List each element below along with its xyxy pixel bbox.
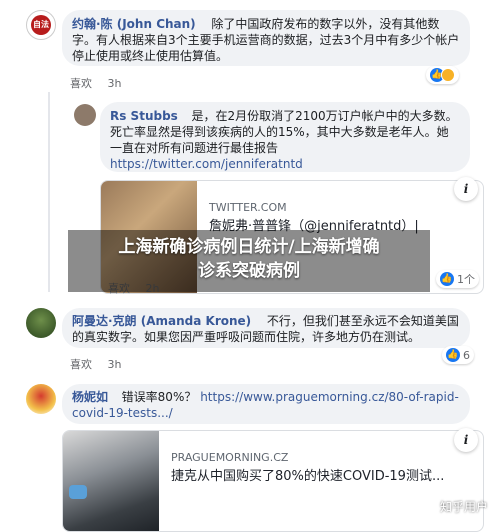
like-link[interactable]: 喜欢 [70,77,92,90]
timestamp[interactable]: 3h [108,77,122,90]
preview-image [63,431,159,531]
comment-bubble: 约翰·陈 (John Chan) 除了中国政府发布的数字以外，没有其他数字。有人… [62,10,470,66]
reaction-summary[interactable]: 👍 1个 [436,270,479,288]
comment-bubble: 阿曼达·克朗 (Amanda Krone) 不行，但我们甚至永远不会知道美国的真… [62,308,470,348]
reaction-summary[interactable]: 👍 [426,66,459,84]
overlay-line-1: 上海新确诊病例日统计/上海新增确 [118,237,380,257]
timestamp[interactable]: 3h [108,358,122,371]
overlay-line-2: 诊系突破病例 [198,261,300,281]
like-link[interactable]: 喜欢 [70,358,92,371]
avatar-logo: 自法 [31,15,51,35]
reaction-count: 1个 [457,273,475,286]
comment-text: 错误率80%？ [121,390,197,404]
info-icon[interactable]: i [454,177,478,201]
avatar[interactable] [26,384,56,414]
comment-author[interactable]: 阿曼达·克朗 (Amanda Krone) [72,314,251,328]
comment-author[interactable]: Rs Stubbs [110,109,178,123]
wow-icon [441,68,455,82]
comment-meta: 喜欢 3h [70,356,133,372]
thread-line [48,92,50,292]
comment-link[interactable]: https://twitter.com/jenniferatntd [110,156,460,172]
comment-author[interactable]: 杨妮如 [72,390,108,404]
preview-title: 捷克从中国购买了80%的快速COVID-19测试... [171,469,445,484]
reaction-summary[interactable]: 👍 6 [442,346,474,364]
comment-bubble: 杨妮如 错误率80%？ https://www.praguemorning.cz… [62,384,470,424]
reaction-count: 6 [463,348,470,362]
watermark: 知乎用户 [439,500,488,514]
preview-domain: PRAGUEMORNING.CZ [171,451,289,464]
preview-domain: TWITTER.COM [209,201,287,214]
avatar[interactable] [26,308,56,338]
info-icon[interactable]: i [454,428,478,452]
comment-bubble: Rs Stubbs 是，在2月份取消了2100万订户帐户中的大多数。死亡率显然是… [100,102,470,172]
mask-shape [69,485,87,499]
thumbs-up-icon: 👍 [440,272,454,286]
avatar[interactable]: 自法 [26,10,56,40]
avatar[interactable] [74,104,96,126]
comment-author[interactable]: 约翰·陈 (John Chan) [72,17,196,31]
comment-meta: 喜欢 3h [70,75,133,91]
link-preview-card[interactable]: PRAGUEMORNING.CZ 捷克从中国购买了80%的快速COVID-19测… [62,430,484,532]
preview-text: PRAGUEMORNING.CZ 捷克从中国购买了80%的快速COVID-19测… [171,451,461,486]
overlay-title: 上海新确诊病例日统计/上海新增确 诊系突破病例 [68,235,430,283]
thumbs-up-icon: 👍 [446,348,460,362]
